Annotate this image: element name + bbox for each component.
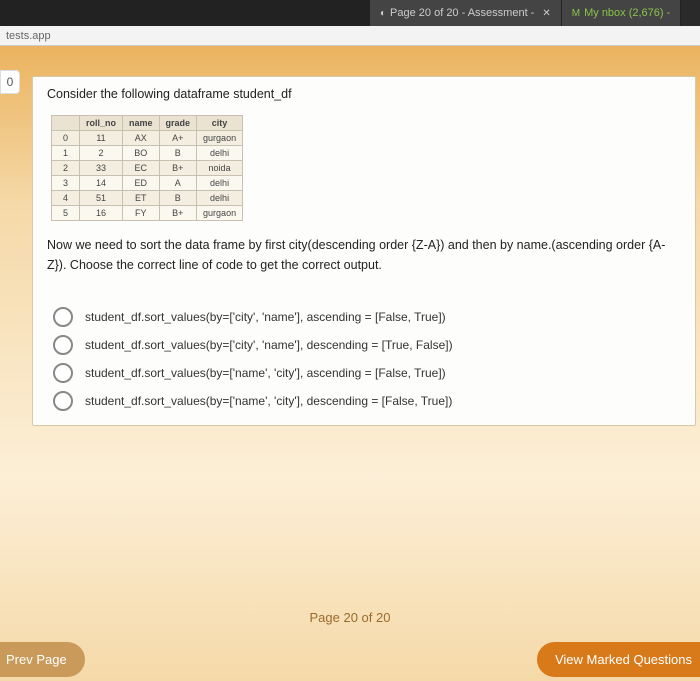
footer-nav: Prev Page View Marked Questions (0, 637, 700, 681)
option-text: student_df.sort_values(by=['city', 'name… (85, 338, 453, 352)
table-header: roll_no (80, 116, 123, 131)
answer-options: student_df.sort_values(by=['city', 'name… (53, 307, 681, 411)
radio-icon[interactable] (53, 363, 73, 383)
table-row: 12BOBdelhi (52, 146, 243, 161)
tab-label: Page 20 of 20 - Assessment - (390, 7, 534, 19)
option-1[interactable]: student_df.sort_values(by=['city', 'name… (53, 307, 681, 327)
radio-icon[interactable] (53, 307, 73, 327)
radio-icon[interactable] (53, 391, 73, 411)
page-number: Page 20 of 20 (0, 610, 700, 625)
table-header (52, 116, 80, 131)
question-body: Now we need to sort the data frame by fi… (47, 235, 681, 275)
browser-tab-assessment[interactable]: ◐ Page 20 of 20 - Assessment - ✕ (370, 0, 562, 26)
table-row: 011AXA+gurgaon (52, 131, 243, 146)
table-header: grade (159, 116, 197, 131)
question-card: Consider the following dataframe student… (32, 76, 696, 426)
prev-page-button[interactable]: Prev Page (0, 642, 85, 677)
table-row: 451ETBdelhi (52, 191, 243, 206)
shield-icon: ◐ (380, 8, 386, 19)
table-header: city (197, 116, 243, 131)
view-marked-button[interactable]: View Marked Questions (537, 642, 700, 677)
dataframe-table: roll_no name grade city 011AXA+gurgaon 1… (51, 115, 243, 221)
question-counter: 0 (0, 70, 20, 94)
radio-icon[interactable] (53, 335, 73, 355)
option-text: student_df.sort_values(by=['name', 'city… (85, 366, 446, 380)
table-header: name (123, 116, 160, 131)
tab-label: My nbox (2,676) - (584, 7, 670, 19)
url-text: tests.app (6, 30, 51, 42)
browser-tab-hidden[interactable] (0, 0, 370, 26)
option-text: student_df.sort_values(by=['city', 'name… (85, 310, 446, 324)
table-row: 233ECB+noida (52, 161, 243, 176)
browser-tab-inbox[interactable]: M My nbox (2,676) - (562, 0, 682, 26)
question-title: Consider the following dataframe student… (47, 87, 681, 101)
close-icon[interactable]: ✕ (542, 8, 550, 19)
option-2[interactable]: student_df.sort_values(by=['city', 'name… (53, 335, 681, 355)
table-row: 314EDAdelhi (52, 176, 243, 191)
option-3[interactable]: student_df.sort_values(by=['name', 'city… (53, 363, 681, 383)
mail-icon: M (572, 8, 580, 19)
table-row: 516FYB+gurgaon (52, 206, 243, 221)
option-text: student_df.sort_values(by=['name', 'city… (85, 394, 452, 408)
browser-tabs: ◐ Page 20 of 20 - Assessment - ✕ M My nb… (0, 0, 700, 26)
option-4[interactable]: student_df.sort_values(by=['name', 'city… (53, 391, 681, 411)
address-bar[interactable]: tests.app (0, 26, 700, 46)
